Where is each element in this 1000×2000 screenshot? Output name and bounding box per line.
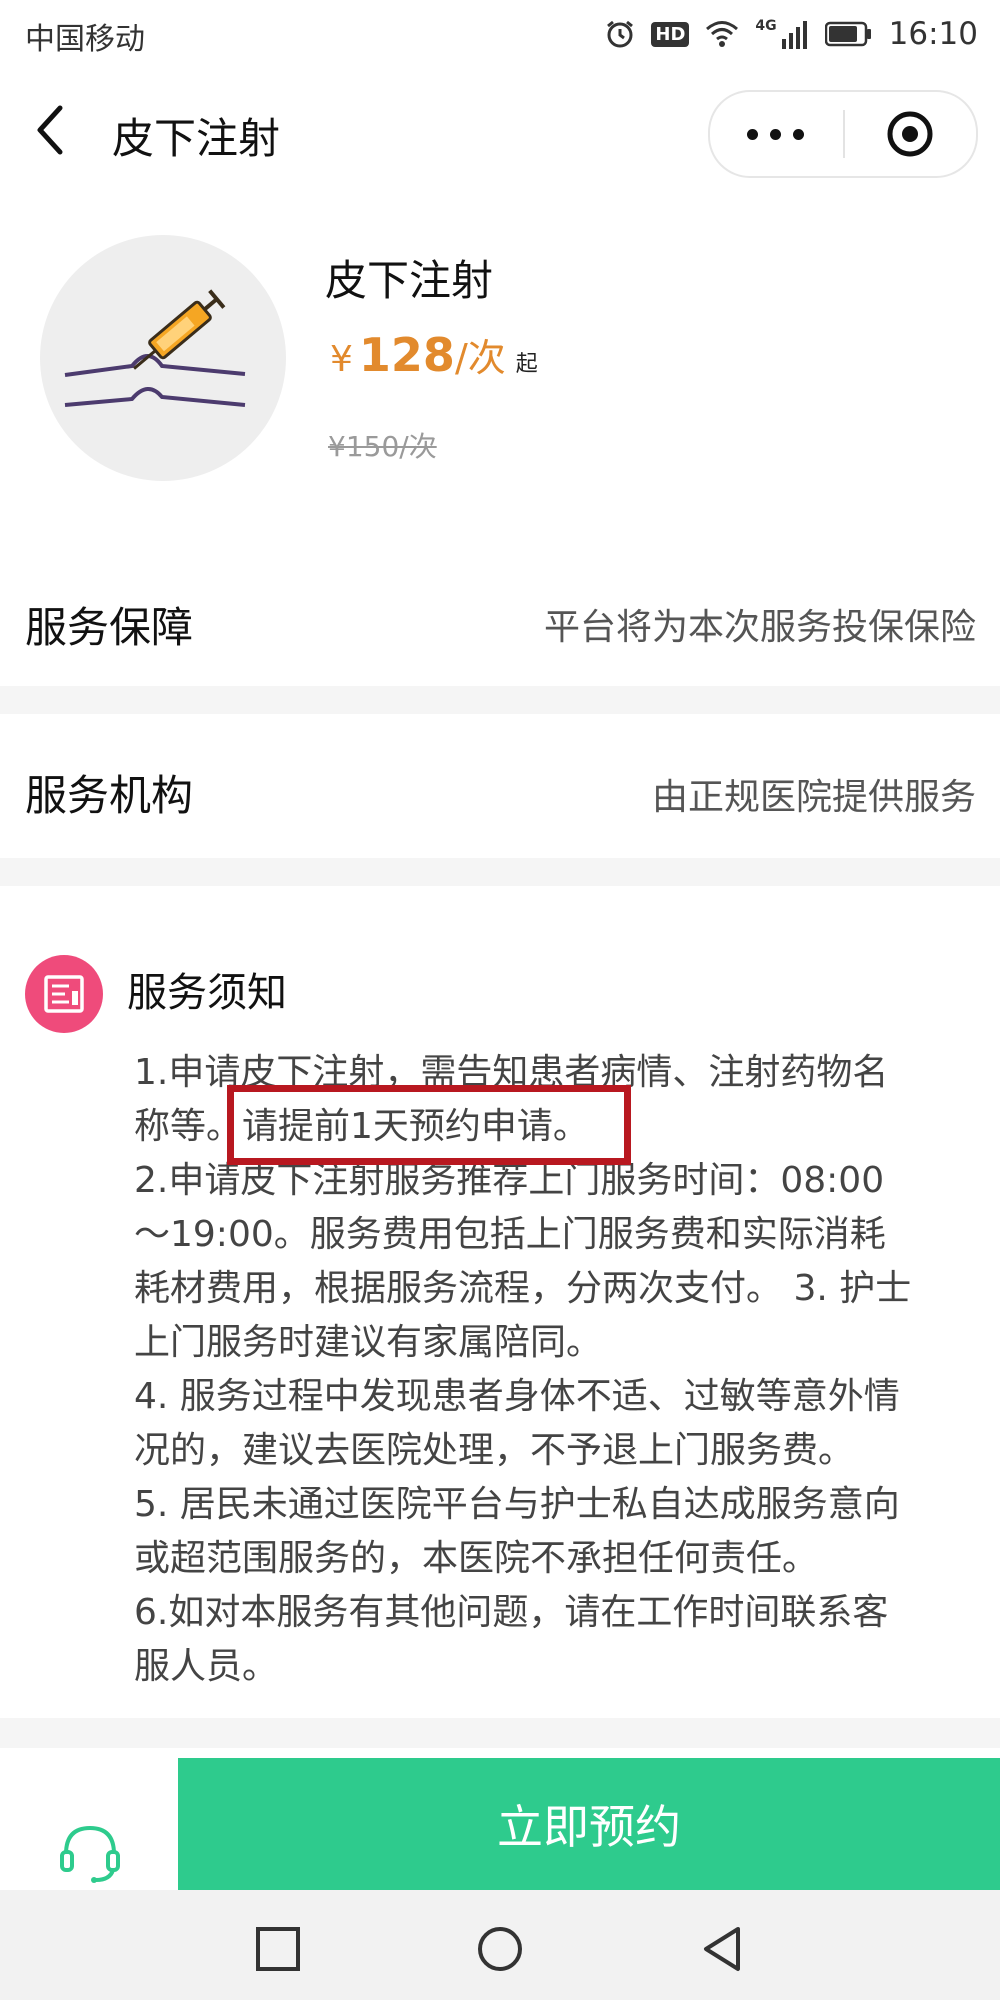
section-divider xyxy=(0,858,1000,886)
service-provider-label: 服务机构 xyxy=(25,771,194,820)
status-icons: HD 4G 16:10 xyxy=(605,12,978,56)
status-bar: 中国移动 HD 4G 16:10 xyxy=(0,0,1000,70)
service-guarantee-label: 服务保障 xyxy=(25,603,194,652)
target-close-icon xyxy=(887,111,933,157)
price-amount: 128 xyxy=(358,328,455,382)
product-name: 皮下注射 xyxy=(325,256,494,305)
hd-badge: HD xyxy=(651,21,690,47)
wifi-icon xyxy=(706,21,739,47)
service-provider-row: 服务机构 由正规医院提供服务 xyxy=(0,740,1000,840)
notice-line: 上门服务时建议有家属陪同。 xyxy=(134,1322,603,1363)
notice-line: 耗材费用，根据服务流程，分两次支付。 3. 护士 xyxy=(134,1268,912,1309)
service-guarantee-value: 平台将为本次服务投保保险 xyxy=(543,607,976,648)
notice-line: 4. 服务过程中发现患者身体不适、过敏等意外情 xyxy=(134,1376,900,1417)
original-price: ¥150/次 xyxy=(328,430,437,463)
document-icon xyxy=(44,975,84,1013)
notice-line: 或超范围服务的，本医院不承担任何责任。 xyxy=(134,1538,819,1579)
section-divider xyxy=(0,686,1000,714)
more-dots-icon xyxy=(746,128,758,140)
chevron-left-icon xyxy=(37,105,63,155)
bottom-gap xyxy=(0,1718,1000,1748)
network-type: 4G xyxy=(755,18,777,34)
triangle-back-icon xyxy=(704,1927,740,1971)
home-button[interactable] xyxy=(476,1925,524,1973)
price: ¥ 128 /次 起 xyxy=(330,327,538,382)
close-button[interactable] xyxy=(886,110,934,158)
service-provider-value: 由正规医院提供服务 xyxy=(651,777,976,818)
alarm-icon xyxy=(607,20,634,48)
syringe-icon xyxy=(64,289,246,407)
system-back-button[interactable] xyxy=(698,1925,746,1973)
highlight-annotation-box xyxy=(227,1085,631,1165)
capsule-divider xyxy=(843,110,845,158)
back-button[interactable] xyxy=(30,100,90,170)
price-suffix: 起 xyxy=(515,352,538,377)
status-time: 16:10 xyxy=(888,16,978,52)
signal-icon xyxy=(781,21,807,49)
carrier-label: 中国移动 xyxy=(25,22,145,57)
price-currency: ¥ xyxy=(330,339,353,380)
price-unit: /次 xyxy=(454,336,506,380)
more-button[interactable] xyxy=(710,92,840,176)
square-icon xyxy=(256,1927,300,1971)
circle-icon xyxy=(478,1927,522,1971)
notice-icon-badge xyxy=(25,955,103,1033)
notice-line: 服人员。 xyxy=(134,1646,279,1687)
recent-apps-button[interactable] xyxy=(254,1925,302,1973)
mini-program-capsule xyxy=(708,90,978,178)
service-guarantee-row: 服务保障 平台将为本次服务投保保险 xyxy=(0,570,1000,670)
notice-title: 服务须知 xyxy=(127,970,287,1016)
page-title: 皮下注射 xyxy=(112,114,281,163)
headset-icon xyxy=(60,1825,120,1883)
notice-line: 5. 居民未通过医院平台与护士私自达成服务意向 xyxy=(134,1484,900,1525)
battery-icon xyxy=(824,21,871,47)
notice-line: 况的，建议去医院处理，不予退上门服务费。 xyxy=(134,1430,855,1471)
product-image xyxy=(40,235,286,481)
notice-line: ～19:00。服务费用包括上门服务费和实际消耗 xyxy=(134,1214,886,1255)
notice-line: 6.如对本服务有其他问题，请在工作时间联系客 xyxy=(134,1592,889,1633)
book-now-button[interactable]: 立即预约 xyxy=(178,1758,1000,1890)
customer-service-button[interactable] xyxy=(50,1810,130,1890)
